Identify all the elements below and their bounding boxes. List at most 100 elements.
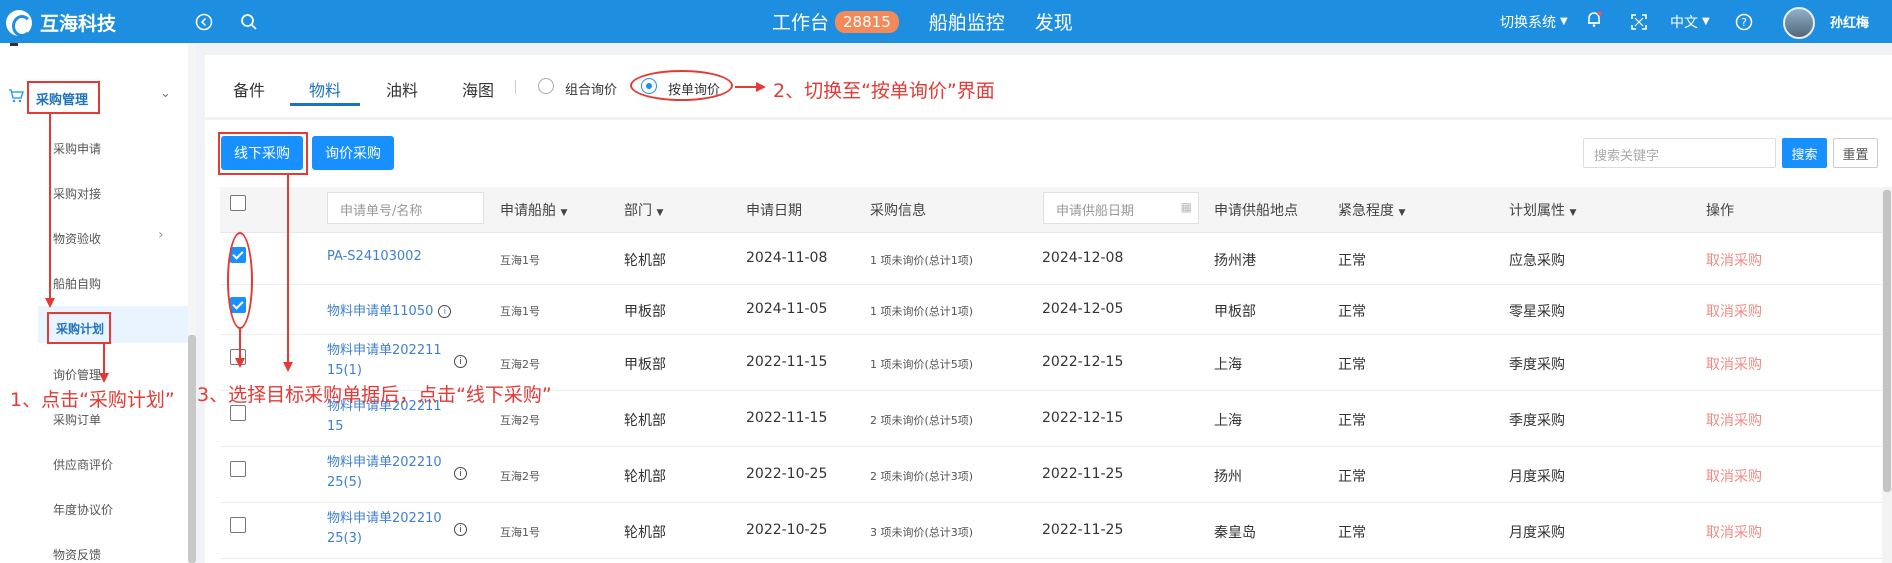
annotation-step1: 1、点击“采购计划” [10, 389, 175, 411]
request-number-link[interactable]: PA-S24103002 [327, 249, 422, 264]
search-input[interactable]: 搜索关键字 [1583, 138, 1776, 168]
row-checkbox[interactable] [230, 517, 246, 533]
cancel-purchase-link[interactable]: 取消采购 [1706, 250, 1762, 270]
app-name: 互海科技 [40, 13, 117, 35]
table-row[interactable]: 物料申请单202210 25(5) i 互海2号 轮机部 2022-10-25 2… [220, 447, 1882, 503]
request-number-line2: 25(3) [327, 531, 362, 546]
cancel-purchase-link[interactable]: 取消采购 [1706, 301, 1762, 321]
apply-date-cell: 2022-11-15 [746, 410, 828, 426]
username: 孙红梅 [1830, 16, 1870, 31]
cancel-purchase-link[interactable]: 取消采购 [1706, 466, 1762, 486]
cancel-purchase-link[interactable]: 取消采购 [1706, 354, 1762, 374]
request-number-line2: 15(1) [327, 363, 362, 378]
sidebar-item-ship-self-purchase[interactable]: 船舶自购 [53, 275, 101, 292]
col-ship[interactable]: 申请船舶 ▼ [500, 200, 567, 220]
info-icon[interactable]: i [454, 355, 467, 368]
plan-attr-cell: 季度采购 [1509, 357, 1565, 373]
col-plan-attr-label: 计划属性 [1509, 203, 1565, 219]
chevron-right-icon: › [158, 227, 164, 243]
col-supply-place: 申请供船地点 [1214, 203, 1298, 219]
bell-icon[interactable] [1585, 10, 1603, 28]
annotation-box-section [27, 81, 100, 114]
col-department[interactable]: 部门 ▼ [624, 200, 663, 220]
request-number-line2: 15 [327, 419, 344, 434]
language-select[interactable]: 中文 ▼ [1670, 0, 1710, 43]
request-number-link[interactable]: 物料申请单202210 25(5) [327, 453, 442, 493]
plan-attr-cell: 应急采购 [1509, 253, 1565, 269]
sidebar: 采购管理 ⌄ 采购申请 采购对接 物资验收 › 船舶自购 采购计划 询价管理 采… [0, 43, 188, 563]
main-nav: 工作台 28815 船舶监控 发现 [772, 0, 1103, 43]
nav-ship-monitor[interactable]: 船舶监控 [929, 8, 1005, 35]
table-row[interactable]: 物料申请单202210 25(3) i 互海1号 轮机部 2022-10-25 3… [220, 503, 1882, 559]
urgency-cell: 正常 [1338, 413, 1366, 429]
row-checkbox[interactable] [230, 461, 246, 477]
nav-workbench[interactable]: 工作台 28815 [772, 8, 899, 35]
col-apply-date: 申请日期 [746, 203, 802, 219]
urgency-cell: 正常 [1338, 469, 1366, 485]
ship-cell: 互海1号 [500, 254, 540, 267]
sidebar-item-inquiry-management[interactable]: 询价管理 [53, 366, 101, 383]
department-cell: 甲板部 [624, 304, 666, 320]
request-number-link[interactable]: 物料申请单202210 25(3) [327, 509, 442, 549]
sidebar-item-material-acceptance[interactable]: 物资验收 [53, 230, 101, 247]
col-purchase-info: 采购信息 [870, 203, 926, 219]
inquiry-purchase-button[interactable]: 询价采购 [312, 136, 394, 170]
cancel-purchase-link[interactable]: 取消采购 [1706, 522, 1762, 542]
sidebar-scroll-thumb[interactable] [188, 335, 196, 563]
col-plan-attr[interactable]: 计划属性 ▼ [1509, 200, 1576, 220]
plan-attr-cell: 月度采购 [1509, 469, 1565, 485]
supply-place-cell: 扬州 [1214, 469, 1242, 485]
supply-date-filter[interactable]: 申请供船日期 ▦ [1043, 192, 1199, 224]
request-number-link[interactable]: 物料申请单11050 i [327, 300, 452, 319]
sidebar-item-purchase-docking[interactable]: 采购对接 [53, 185, 101, 202]
radio-combined[interactable] [538, 78, 554, 94]
reset-button[interactable]: 重置 [1833, 138, 1878, 168]
tab-materials[interactable]: 物料 [309, 77, 341, 101]
fullscreen-icon[interactable] [1630, 13, 1648, 31]
tab-oil[interactable]: 油料 [386, 77, 418, 101]
table-row[interactable]: PA-S24103002 互海1号 轮机部 2024-11-08 1 项未询价(… [220, 233, 1882, 285]
tab-charts[interactable]: 海图 [462, 77, 494, 101]
purchase-info-cell: 2 项未询价(总计5项) [870, 414, 974, 427]
col-urgency[interactable]: 紧急程度 ▼ [1338, 200, 1405, 220]
annotation-line-1 [49, 114, 51, 299]
tabs-bar: 备件 物料 油料 海图 组合询价 按单询价 [205, 55, 1892, 117]
avatar[interactable] [1783, 7, 1815, 39]
table-header: 申请单号/名称 申请船舶 ▼ 部门 ▼ 申请日期 采购信息 申请供船日期 ▦ 申… [220, 187, 1882, 233]
search-icon[interactable] [240, 13, 258, 31]
help-icon[interactable]: ? [1735, 13, 1753, 31]
switch-system[interactable]: 切换系统 ▼ [1500, 0, 1568, 43]
number-filter-input[interactable]: 申请单号/名称 [327, 192, 484, 224]
row-checkbox[interactable] [230, 405, 246, 421]
sidebar-item-purchase-order[interactable]: 采购订单 [53, 411, 101, 428]
nav-discover[interactable]: 发现 [1035, 8, 1073, 35]
info-icon[interactable]: i [454, 467, 467, 480]
tab-spare-parts[interactable]: 备件 [233, 77, 265, 101]
top-bar: 互海科技 工作台 28815 船舶监控 发现 切换系统 ▼ 中文 ▼ ? 孙红梅 [0, 0, 1892, 43]
table-row[interactable]: 物料申请单11050 i 互海1号 甲板部 2024-11-05 1 项未询价(总… [220, 285, 1882, 335]
sidebar-item-purchase-request[interactable]: 采购申请 [53, 140, 101, 157]
sidebar-item-supplier-evaluation[interactable]: 供应商评价 [53, 456, 113, 473]
annotation-ellipse-radio [630, 70, 733, 101]
sidebar-item-material-feedback[interactable]: 物资反馈 [53, 546, 101, 563]
apply-date-cell: 2024-11-08 [746, 250, 828, 266]
info-icon[interactable]: i [454, 523, 467, 536]
sidebar-item-annual-agreement-price[interactable]: 年度协议价 [53, 501, 113, 518]
chevron-down-icon[interactable]: ⌄ [160, 86, 171, 101]
cancel-purchase-link[interactable]: 取消采购 [1706, 410, 1762, 430]
app-logo[interactable]: 互海科技 [6, 9, 117, 37]
department-cell: 轮机部 [624, 469, 666, 485]
info-icon[interactable]: i [438, 305, 452, 318]
table-scroll-thumb[interactable] [1883, 190, 1891, 492]
purchase-info-cell: 1 项未询价(总计1项) [870, 305, 974, 318]
ship-cell: 互海1号 [500, 305, 540, 318]
search-button[interactable]: 搜索 [1782, 138, 1827, 168]
annotation-arrowhead-1b [99, 373, 109, 383]
supply-place-cell: 扬州港 [1214, 253, 1256, 269]
request-number-link[interactable]: 物料申请单202211 15(1) [327, 341, 442, 381]
col-ship-label: 申请船舶 [500, 203, 556, 219]
back-icon[interactable] [195, 13, 213, 31]
urgency-cell: 正常 [1338, 525, 1366, 541]
select-all-checkbox[interactable] [230, 195, 246, 211]
annotation-line-2 [735, 86, 757, 88]
